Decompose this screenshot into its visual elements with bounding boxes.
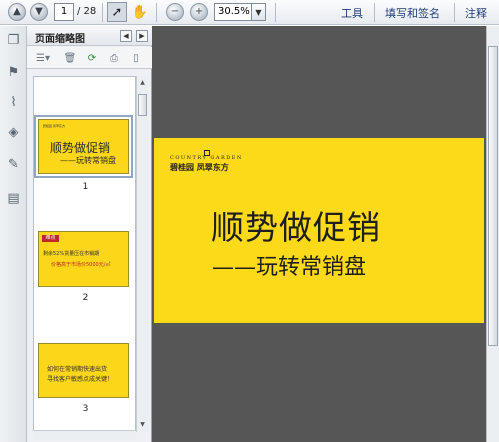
thumbnail-page-1[interactable]: 碧桂园 凤翠东方 顺势做促销 ——玩转常销盘 — [34, 115, 133, 178]
page-subtitle: ——玩转常销盘 — [212, 255, 367, 280]
toolbar-divider — [374, 3, 375, 22]
thumbnail-number: 1 — [82, 182, 89, 192]
bookmark-icon: ⚑ — [7, 65, 20, 80]
page-thumbnails-button[interactable]: ❐ — [5, 32, 22, 49]
zoom-in-button[interactable]: + — [190, 3, 208, 21]
options-menu-button[interactable]: ☰▾ — [33, 51, 53, 65]
horizontal-scrollbar[interactable] — [33, 430, 136, 440]
fill-sign-menu[interactable]: 填写和签名 — [385, 5, 440, 21]
next-page-button[interactable]: ▼ — [30, 3, 48, 21]
thumbnail-number: 3 — [82, 404, 89, 414]
pages-icon: ❐ — [7, 33, 20, 48]
arrow-up-icon: ▲ — [13, 6, 21, 17]
thumbnail-text: 如何在常销期快速出货 — [47, 366, 108, 373]
navigation-icon-strip: ❐ ⚑ ⌇ ◈ ✎ ▤ — [0, 26, 27, 442]
zoom-input[interactable]: 30.5% — [214, 3, 252, 21]
page-total: / 28 — [77, 6, 97, 17]
logo-chinese: 碧桂园 凤翠东方 — [170, 163, 229, 172]
list-options-icon: ☰▾ — [36, 52, 50, 64]
toolbar-divider — [275, 3, 276, 22]
page-title: 顺势做促销 — [211, 208, 381, 247]
hand-icon: ✋ — [131, 4, 149, 20]
toolbar: ▲ ▼ 1 / 28 ➚ ✋ − + 30.5% ▼ 工具 填写和签名 注释 — [0, 0, 499, 25]
thumbnail-logo: 碧桂园 凤翠东方 — [43, 124, 65, 128]
document-icon: ▤ — [7, 191, 20, 206]
document-view: COUNTRY GARDEN 碧桂园 凤翠东方 顺势做促销 ——玩转常销盘 — [152, 26, 486, 442]
page-insert-icon: ▯ — [133, 52, 139, 64]
toolbar-divider — [454, 3, 455, 22]
scroll-up-arrow-icon[interactable]: ▲ — [138, 78, 147, 87]
select-tool-button[interactable]: ➚ — [107, 2, 127, 22]
arrow-down-icon: ▼ — [35, 6, 43, 17]
scrollbar-thumb[interactable] — [138, 94, 147, 116]
thumbnail-page-2[interactable]: 难点 剩余52%货量压在市销期 价格高于市场价5000元/㎡ — [38, 231, 129, 287]
panel-header: 页面缩略图 ◀ ▶ — [27, 26, 152, 46]
panel-toolbar: ☰▾ 🗑 ⟳ ⎙ ▯ — [27, 47, 152, 69]
thumbnail-text: 剩余52%货量压在市销期 — [43, 251, 100, 257]
comment-menu[interactable]: 注释 — [465, 5, 487, 21]
page-number-input[interactable]: 1 — [54, 3, 74, 21]
minus-icon: − — [170, 6, 180, 17]
hand-tool-button[interactable]: ✋ — [130, 2, 150, 22]
panel-title: 页面缩略图 — [35, 34, 85, 45]
rotate-icon: ⟳ — [87, 52, 97, 64]
panel-options-button[interactable]: ▶ — [136, 30, 148, 42]
print-page-button[interactable]: ⎙ — [107, 51, 121, 65]
print-icon: ⎙ — [110, 52, 118, 64]
previous-page-button[interactable]: ▲ — [8, 3, 26, 21]
insert-page-button[interactable]: ▯ — [129, 51, 143, 65]
chevron-down-icon: ▼ — [255, 7, 262, 17]
thumbnail-list: 碧桂园 凤翠东方 顺势做促销 ——玩转常销盘 1 难点 剩余52%货量压在市销期… — [33, 76, 136, 432]
delete-page-button[interactable]: 🗑 — [63, 51, 77, 65]
thumbnail-title: 顺势做促销 — [50, 141, 111, 155]
cursor-icon: ➚ — [111, 4, 123, 20]
layers-icon: ◈ — [8, 125, 19, 140]
document-scrollbar-thumb[interactable] — [488, 46, 498, 346]
signatures-button[interactable]: ✎ — [5, 156, 22, 173]
bookmarks-button[interactable]: ⚑ — [5, 64, 22, 81]
thumbnail-text: 寻找客户敏感点成关键！ — [47, 376, 114, 383]
tools-menu[interactable]: 工具 — [341, 5, 363, 21]
toolbar-divider — [102, 3, 103, 22]
signature-icon: ✎ — [8, 157, 19, 172]
content-button[interactable]: ▤ — [5, 190, 22, 207]
toolbar-divider — [156, 3, 157, 22]
attachments-button[interactable]: ⌇ — [5, 94, 22, 111]
thumbnail-number: 2 — [82, 293, 89, 303]
zoom-out-button[interactable]: − — [166, 3, 184, 21]
document-scrollbar[interactable] — [486, 26, 499, 442]
trash-icon: 🗑 — [63, 52, 77, 64]
thumbnail-panel: 页面缩略图 ◀ ▶ ☰▾ 🗑 ⟳ ⎙ ▯ 碧桂园 凤翠东方 顺势做促销 ——玩转… — [27, 26, 152, 442]
double-chevron-left-icon: ◀ — [123, 32, 129, 40]
thumbnail-page-3[interactable]: 如何在常销期快速出货 寻找客户敏感点成关键！ — [38, 343, 129, 398]
layers-button[interactable]: ◈ — [5, 124, 22, 141]
thumbnail-text: 价格高于市场价5000元/㎡ — [51, 262, 111, 268]
pdf-page: COUNTRY GARDEN 碧桂园 凤翠东方 顺势做促销 ——玩转常销盘 — [154, 138, 484, 323]
logo-english: COUNTRY GARDEN — [170, 155, 243, 161]
zoom-dropdown-button[interactable]: ▼ — [252, 3, 266, 21]
collapse-panel-button[interactable]: ◀ — [120, 30, 132, 42]
paperclip-icon: ⌇ — [10, 95, 17, 110]
chevron-right-icon: ▶ — [139, 32, 145, 40]
scroll-down-arrow-icon[interactable]: ▼ — [138, 420, 147, 429]
thumbnail-scrollbar[interactable]: ▲ ▼ — [136, 76, 148, 432]
thumbnail-subtitle: ——玩转常销盘 — [60, 156, 116, 165]
plus-icon: + — [194, 6, 204, 17]
rotate-page-button[interactable]: ⟳ — [85, 51, 99, 65]
difficulty-badge: 难点 — [42, 235, 59, 242]
